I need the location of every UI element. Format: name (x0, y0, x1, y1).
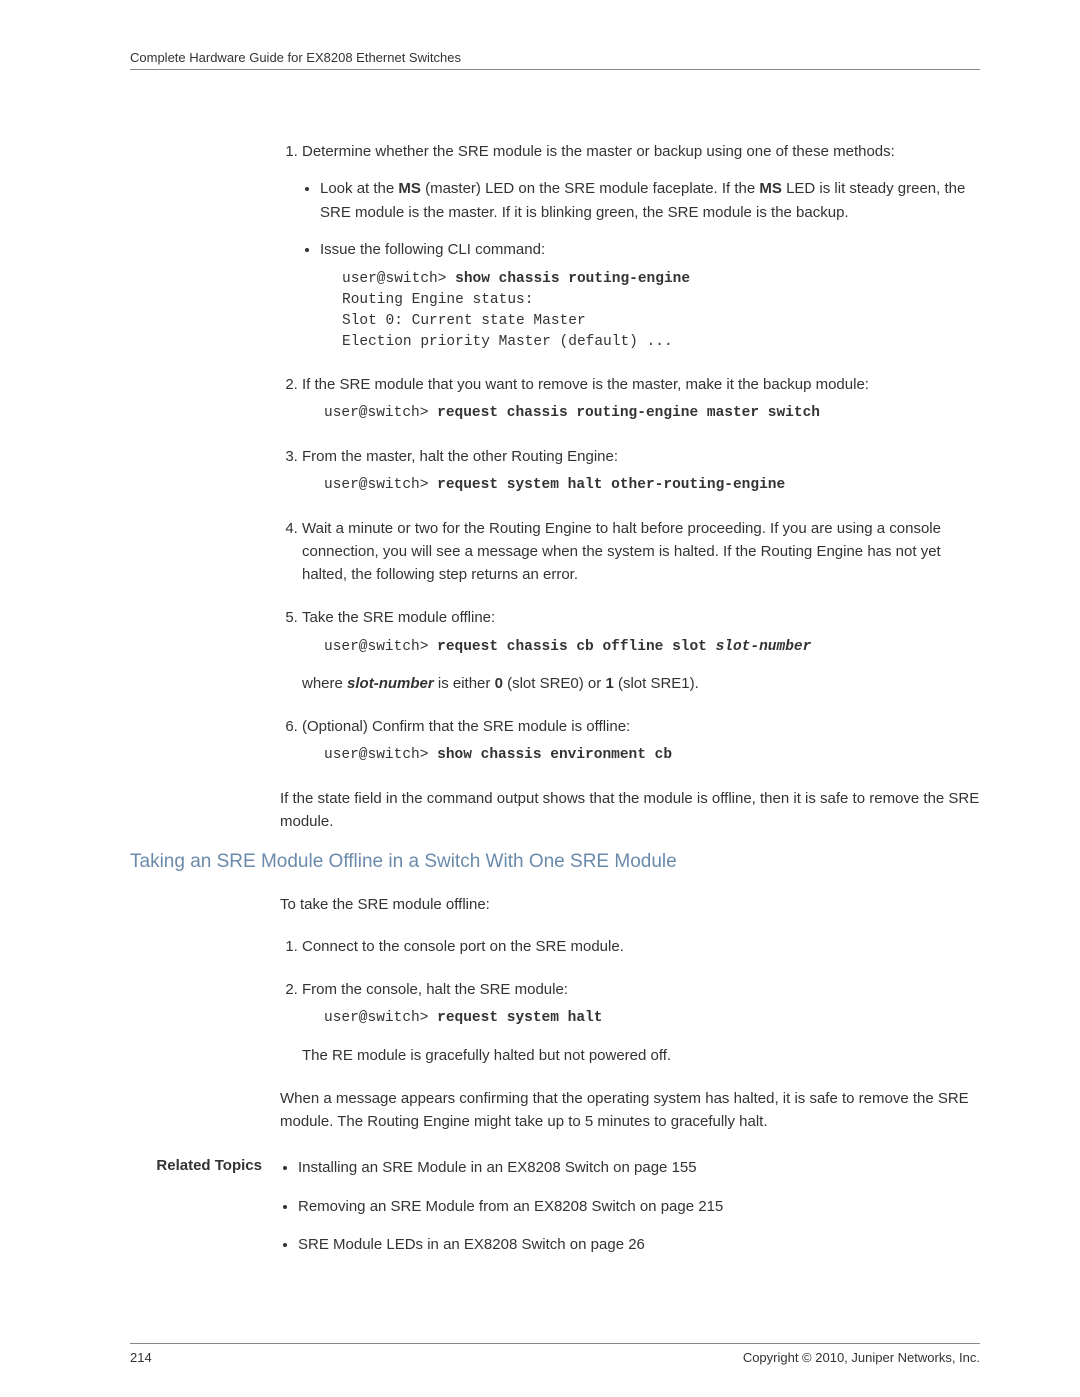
related-item-2: Removing an SRE Module from an EX8208 Sw… (298, 1196, 723, 1219)
cli-output-1: user@switch> show chassis routing-engine… (342, 269, 980, 353)
cli-prompt: user@switch> (342, 271, 455, 287)
ms-label-1: MS (398, 180, 421, 197)
s5f-slotnum: slot-number (347, 675, 434, 692)
related-topics-list: Installing an SRE Module in an EX8208 Sw… (298, 1157, 723, 1273)
cli5-arg: slot-number (716, 639, 812, 655)
cli3-cmd: request system halt other-routing-engine (437, 477, 785, 493)
cli5-prompt: user@switch> (324, 639, 437, 655)
s5f-mid1: is either (434, 675, 495, 692)
related-topics-label: Related Topics (130, 1157, 280, 1273)
halt-prompt: user@switch> (324, 1010, 437, 1026)
cli-command: show chassis routing-engine (455, 271, 690, 287)
section-heading-one-sre: Taking an SRE Module Offline in a Switch… (130, 851, 980, 873)
section2-tail: When a message appears confirming that t… (280, 1087, 980, 1134)
page-header: Complete Hardware Guide for EX8208 Ether… (130, 50, 980, 65)
step-2-text: If the SRE module that you want to remov… (302, 376, 869, 393)
step-5-text: Take the SRE module offline: (302, 609, 495, 626)
related-item-1: Installing an SRE Module in an EX8208 Sw… (298, 1157, 723, 1180)
section2-intro: To take the SRE module offline: (280, 893, 980, 916)
step-4-text: Wait a minute or two for the Routing Eng… (302, 520, 941, 584)
page-number: 214 (130, 1350, 152, 1365)
step-3: From the master, halt the other Routing … (302, 445, 980, 497)
cli-command-3: user@switch> request system halt other-r… (324, 474, 980, 496)
cli2-prompt: user@switch> (324, 405, 437, 421)
sec2-step1-text: Connect to the console port on the SRE m… (302, 938, 624, 955)
step-1-text: Determine whether the SRE module is the … (302, 143, 895, 160)
step-5-followup: where slot-number is either 0 (slot SRE0… (302, 672, 980, 695)
cli3-prompt: user@switch> (324, 477, 437, 493)
ms-label-2: MS (759, 180, 782, 197)
step-1-bullet-2: Issue the following CLI command: user@sw… (320, 238, 980, 353)
step-2: If the SRE module that you want to remov… (302, 373, 980, 425)
cli-command-5: user@switch> request chassis cb offline … (324, 636, 980, 658)
step-1-bullet-1: Look at the MS (master) LED on the SRE m… (320, 177, 980, 224)
related-item-3: SRE Module LEDs in an EX8208 Switch on p… (298, 1234, 723, 1257)
cli-command-halt: user@switch> request system halt (324, 1007, 980, 1029)
sec2-step2-note: The RE module is gracefully halted but n… (302, 1044, 980, 1067)
s5f-suffix: (slot SRE1). (614, 675, 699, 692)
cli-line-3: Slot 0: Current state Master (342, 313, 586, 329)
s5f-mid2: (slot SRE0) or (503, 675, 606, 692)
step-1: Determine whether the SRE module is the … (302, 140, 980, 353)
cli-line-4: Election priority Master (default) ... (342, 334, 673, 350)
step-3-text: From the master, halt the other Routing … (302, 448, 618, 465)
cli6-prompt: user@switch> (324, 747, 437, 763)
cli6-cmd: show chassis environment cb (437, 747, 672, 763)
s1b1-mid: (master) LED on the SRE module faceplate… (421, 180, 760, 197)
procedure1-tail: If the state field in the command output… (280, 787, 980, 834)
step-6: (Optional) Confirm that the SRE module i… (302, 715, 980, 767)
s5f-zero: 0 (495, 675, 503, 692)
procedure-two-sre: Determine whether the SRE module is the … (302, 140, 980, 767)
step-4: Wait a minute or two for the Routing Eng… (302, 517, 980, 587)
procedure-one-sre: Connect to the console port on the SRE m… (302, 935, 980, 1067)
cli-command-2: user@switch> request chassis routing-eng… (324, 402, 980, 424)
cli2-cmd: request chassis routing-engine master sw… (437, 405, 820, 421)
cli-command-6: user@switch> show chassis environment cb (324, 744, 980, 766)
s1b2-text: Issue the following CLI command: (320, 241, 545, 258)
s5f-prefix: where (302, 675, 347, 692)
sec2-step-2: From the console, halt the SRE module: u… (302, 978, 980, 1067)
copyright: Copyright © 2010, Juniper Networks, Inc. (743, 1350, 980, 1365)
cli5-cmd: request chassis cb offline slot (437, 639, 715, 655)
step-5: Take the SRE module offline: user@switch… (302, 606, 980, 695)
step-1-sublist: Look at the MS (master) LED on the SRE m… (320, 177, 980, 353)
cli-line-2: Routing Engine status: (342, 292, 533, 308)
halt-cmd: request system halt (437, 1010, 602, 1026)
step-6-text: (Optional) Confirm that the SRE module i… (302, 718, 630, 735)
s1b1-prefix: Look at the (320, 180, 398, 197)
s5f-one: 1 (605, 675, 613, 692)
header-rule (130, 69, 980, 70)
sec2-step-1: Connect to the console port on the SRE m… (302, 935, 980, 958)
sec2-step2-text: From the console, halt the SRE module: (302, 981, 568, 998)
